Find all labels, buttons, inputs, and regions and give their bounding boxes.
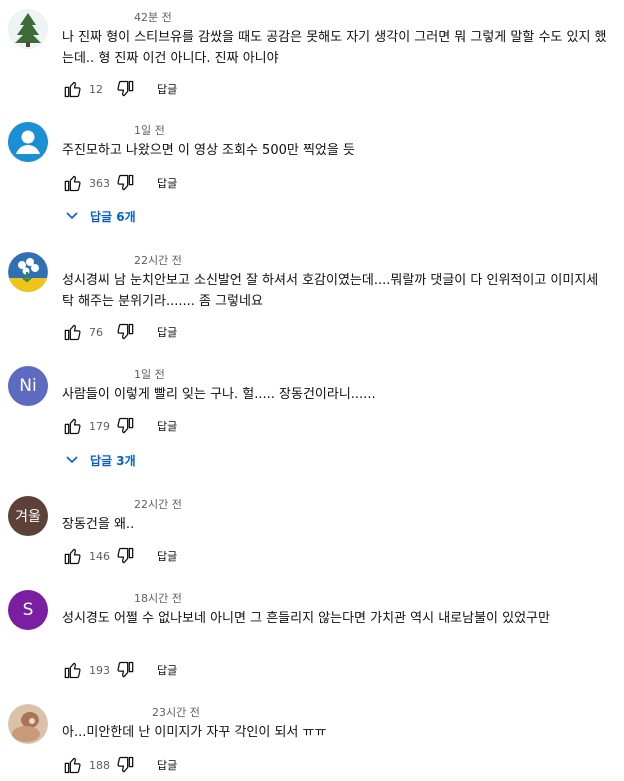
replies-count-label: 답글 3개 bbox=[90, 453, 136, 468]
like-count: 76 bbox=[89, 325, 103, 339]
comment-time[interactable]: 22시간 전 bbox=[134, 252, 182, 268]
comment-time[interactable]: 1일 전 bbox=[134, 366, 165, 382]
view-replies-button[interactable]: 답글 3개 bbox=[66, 450, 136, 470]
comment-list: 42분 전 나 진짜 형이 스티브유를 감쌌을 때도 공감은 못해도 자기 생각… bbox=[0, 0, 624, 781]
dislike-icon[interactable] bbox=[115, 754, 137, 776]
comment-actions: 179 답글 bbox=[61, 414, 177, 438]
reply-button[interactable]: 답글 bbox=[157, 81, 177, 97]
comment-text: 성시경도 어쩔 수 없나보네 아니면 그 흔들리지 않는다면 가치관 역시 내로… bbox=[62, 611, 550, 626]
avatar[interactable]: 겨울 bbox=[8, 496, 48, 536]
reply-button[interactable]: 답글 bbox=[157, 662, 177, 678]
dislike-icon[interactable] bbox=[115, 545, 137, 567]
photo-avatar-icon[interactable] bbox=[8, 704, 48, 744]
like-icon[interactable] bbox=[61, 415, 83, 437]
dislike-icon[interactable] bbox=[115, 172, 137, 194]
comment-time[interactable]: 42분 전 bbox=[134, 9, 172, 25]
comment-text: 장동건을 왜.. bbox=[62, 517, 135, 532]
comment-actions: 193 답글 bbox=[61, 658, 177, 682]
comment-actions: 363 답글 bbox=[61, 171, 177, 195]
like-count: 146 bbox=[89, 549, 110, 563]
comment-actions: 76 답글 bbox=[61, 320, 177, 344]
comment-actions: 146 답글 bbox=[61, 544, 177, 568]
like-count: 363 bbox=[89, 176, 110, 190]
like-icon[interactable] bbox=[61, 754, 83, 776]
avatar-initials: Ni bbox=[19, 376, 37, 396]
dislike-icon[interactable] bbox=[115, 321, 137, 343]
comment-time[interactable]: 23시간 전 bbox=[152, 704, 200, 720]
flower-avatar-icon[interactable] bbox=[8, 252, 48, 292]
tree-avatar-icon[interactable] bbox=[8, 9, 48, 49]
reply-button[interactable]: 답글 bbox=[157, 548, 177, 564]
reply-button[interactable]: 답글 bbox=[157, 175, 177, 191]
like-count: 193 bbox=[89, 663, 110, 677]
dislike-icon[interactable] bbox=[115, 659, 137, 681]
chevron-down-icon bbox=[66, 212, 78, 220]
like-icon[interactable] bbox=[61, 172, 83, 194]
dislike-icon[interactable] bbox=[115, 415, 137, 437]
like-icon[interactable] bbox=[61, 321, 83, 343]
default-person-icon[interactable] bbox=[8, 122, 48, 162]
like-icon[interactable] bbox=[61, 545, 83, 567]
comment-actions: 12 답글 bbox=[61, 77, 177, 101]
replies-count-label: 답글 6개 bbox=[90, 209, 136, 224]
chevron-down-icon bbox=[66, 456, 78, 464]
like-count: 188 bbox=[89, 758, 110, 772]
avatar[interactable]: S bbox=[8, 590, 48, 630]
comment-time[interactable]: 18시간 전 bbox=[134, 590, 182, 606]
dislike-icon[interactable] bbox=[115, 78, 137, 100]
comment-time[interactable]: 1일 전 bbox=[134, 122, 165, 138]
comment-text: 사람들이 이렇게 빨리 잊는 구나. 헐..... 장동건이라니...... bbox=[62, 387, 376, 402]
reply-button[interactable]: 답글 bbox=[157, 324, 177, 340]
comment-time[interactable]: 22시간 전 bbox=[134, 496, 182, 512]
comment-actions: 188 답글 bbox=[61, 753, 177, 777]
like-icon[interactable] bbox=[61, 78, 83, 100]
comment-text: 성시경씨 남 눈치안보고 소신발언 잘 하셔서 호감이였는데....뭐랄까 댓글… bbox=[62, 273, 599, 309]
avatar-initials: 겨울 bbox=[15, 509, 41, 525]
like-count: 12 bbox=[89, 82, 103, 96]
reply-button[interactable]: 답글 bbox=[157, 418, 177, 434]
like-icon[interactable] bbox=[61, 659, 83, 681]
view-replies-button[interactable]: 답글 6개 bbox=[66, 206, 136, 226]
avatar[interactable]: Ni bbox=[8, 366, 48, 406]
avatar-initials: S bbox=[22, 600, 34, 620]
comment-text: 아...미안한데 난 이미지가 자꾸 각인이 되서 ㅠㅠ bbox=[62, 725, 327, 740]
comment-text: 나 진짜 형이 스티브유를 감쌌을 때도 공감은 못해도 자기 생각이 그러면 … bbox=[62, 30, 607, 66]
comment-text: 주진모하고 나왔으면 이 영상 조회수 500만 찍었을 듯 bbox=[62, 143, 355, 158]
reply-button[interactable]: 답글 bbox=[157, 757, 177, 773]
like-count: 179 bbox=[89, 419, 110, 433]
